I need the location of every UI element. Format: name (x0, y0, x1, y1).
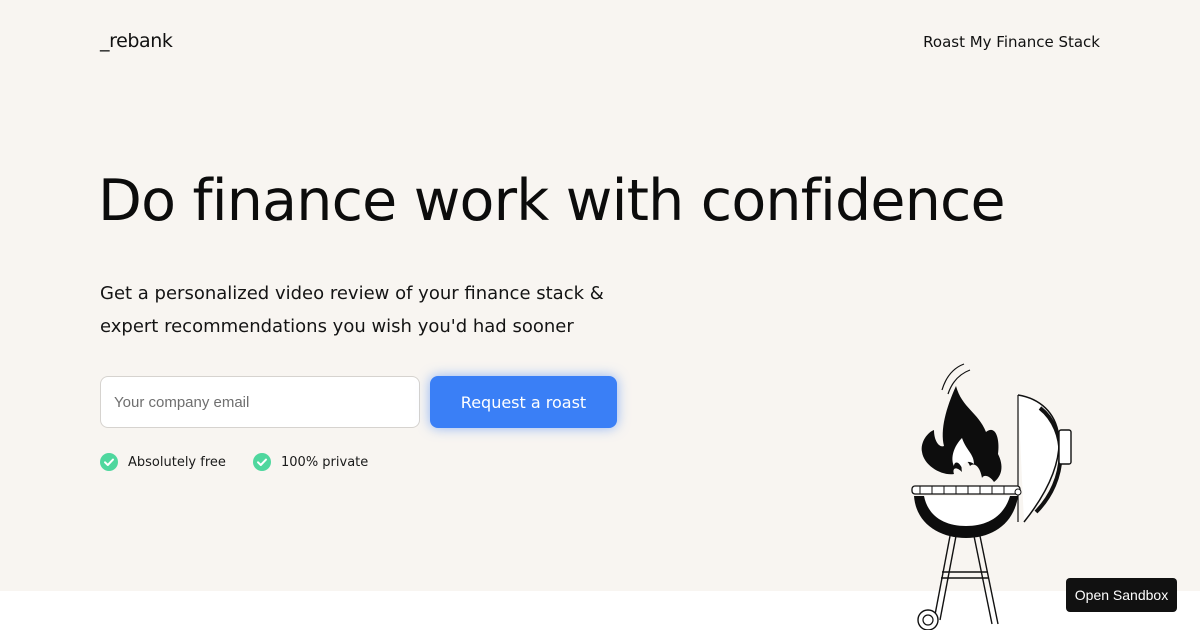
hero-subtext-line-2: expert recommendations you wish you'd ha… (100, 316, 574, 337)
perk-label: Absolutely free (128, 454, 226, 470)
hero-subtext: Get a personalized video review of your … (100, 277, 660, 343)
nav-link-roast[interactable]: Roast My Finance Stack (923, 33, 1100, 51)
hero-headline: Do finance work with confidence (98, 168, 1006, 234)
request-roast-button[interactable]: Request a roast (430, 376, 617, 428)
email-input[interactable] (100, 376, 420, 428)
logo[interactable]: _rebank (100, 30, 173, 52)
perk-private: 100% private (253, 453, 368, 471)
perk-label: 100% private (281, 454, 369, 470)
open-sandbox-button[interactable]: Open Sandbox (1066, 578, 1177, 612)
check-circle-icon (253, 453, 271, 471)
bbq-grill-icon (911, 363, 1072, 630)
check-circle-icon (100, 453, 118, 471)
perk-free: Absolutely free (100, 453, 226, 471)
hero-subtext-line-1: Get a personalized video review of your … (100, 283, 604, 304)
